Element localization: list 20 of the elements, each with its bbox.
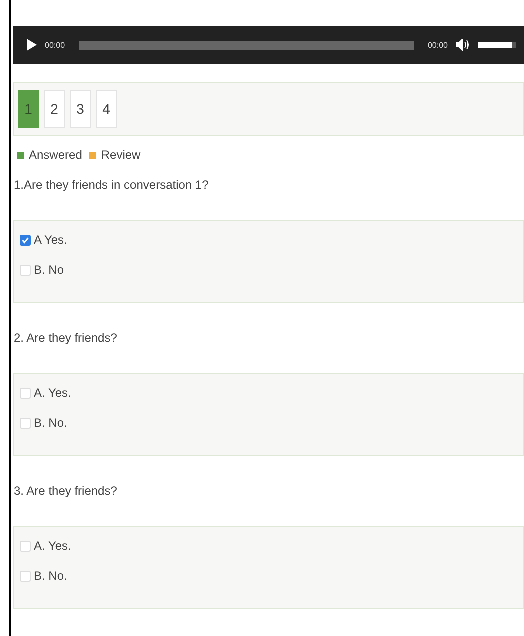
option-label: A. Yes. bbox=[34, 386, 72, 400]
question-text: 1.Are they friends in conversation 1? bbox=[13, 177, 210, 194]
option-label: B. No. bbox=[34, 416, 68, 430]
legend-label: Review bbox=[101, 148, 141, 162]
question-text: 3. Are they friends? bbox=[13, 483, 118, 500]
play-icon[interactable] bbox=[27, 39, 37, 51]
current-time: 00:00 bbox=[45, 40, 66, 50]
option-label: B. No. bbox=[34, 569, 68, 583]
option-label: A Yes. bbox=[34, 233, 68, 247]
page-button[interactable]: 2 bbox=[44, 90, 65, 128]
progress-track[interactable] bbox=[79, 40, 414, 50]
page-button[interactable]: 3 bbox=[70, 90, 91, 128]
option-label: B. No bbox=[34, 263, 64, 277]
duration-time: 00:00 bbox=[428, 40, 448, 50]
volume-icon[interactable] bbox=[456, 39, 470, 51]
checkbox[interactable] bbox=[20, 234, 31, 246]
legend-label: Answered bbox=[29, 148, 82, 162]
option-label: A. Yes. bbox=[34, 539, 72, 553]
question-text: 2. Are they friends? bbox=[13, 330, 118, 347]
page-button[interactable]: 4 bbox=[96, 90, 117, 128]
